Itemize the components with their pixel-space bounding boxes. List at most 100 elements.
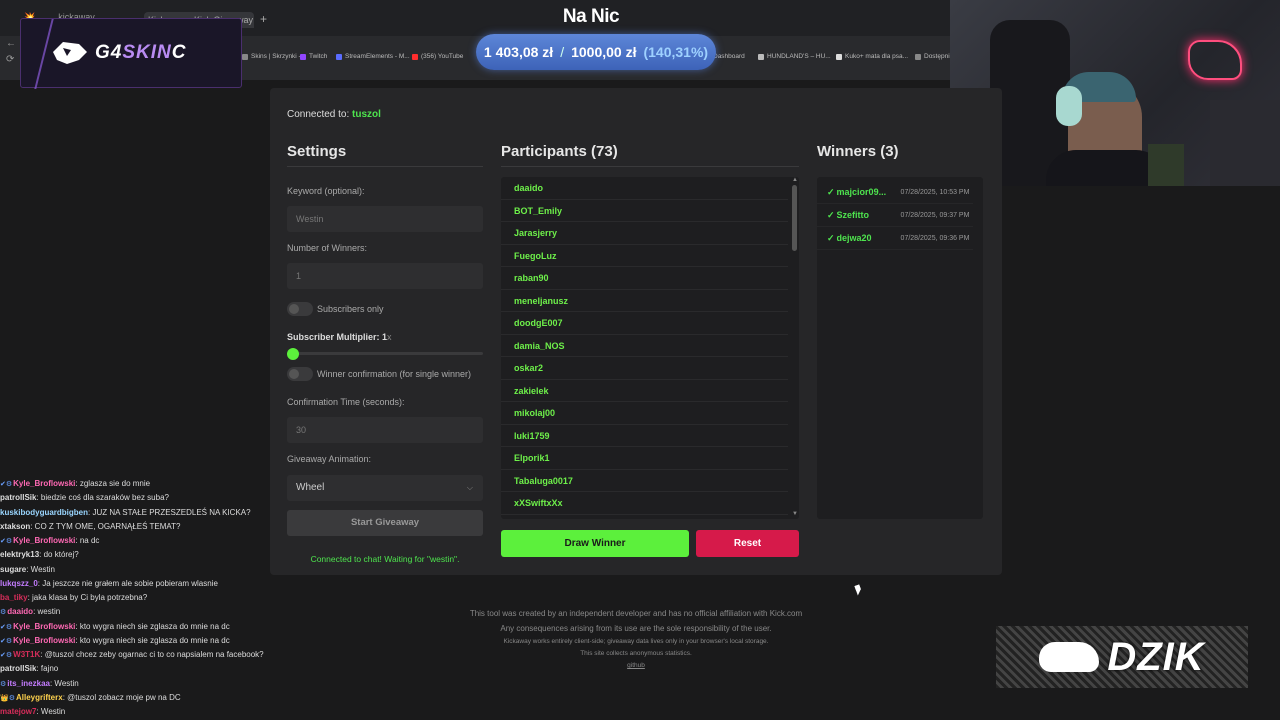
scroll-down-icon[interactable]: ▼ [792,511,798,517]
chat-username[interactable]: kuskibodyguardbigben [0,508,88,517]
bookmark-item[interactable]: HUNDLAND'S – HU... [758,53,831,60]
chat-text: : @tuszol chcez zeby ogarnac ci to co na… [40,650,264,659]
chat-username[interactable]: lukqszz_0 [0,579,38,588]
bookmark-label: Twitch [309,53,328,60]
participant-item: meneljanusz [501,290,788,312]
multiplier-slider-thumb[interactable] [287,348,299,360]
chat-username[interactable]: sugare [0,565,26,574]
chat-text: : zglasza sie do mnie [75,479,151,488]
mouse-cursor-icon [854,584,863,596]
chat-text: : @tuszol zobacz moje pw na DC [62,692,181,702]
animation-select[interactable]: Wheel ⌵ [287,475,483,501]
bookmark-favicon-icon [915,53,921,60]
chat-message: elektryk13: do której? [0,548,280,562]
chat-text: : do której? [39,550,79,560]
chat-username[interactable]: Kyle_Broflowski [13,479,75,488]
connection-status: Connected to: tuszol [287,109,381,120]
bookmark-item[interactable]: StreamElements - M... [336,53,410,60]
chat-username[interactable]: its_inezkaa [7,679,50,688]
settings-divider [287,166,483,167]
winner-name: Szefitto [836,210,870,220]
goal-separator: / [560,44,565,60]
subscribers-only-label: Subscribers only [317,304,384,314]
participants-divider [501,166,799,167]
check-icon: ✓ [827,209,835,220]
chat-username[interactable]: ba_tiky [0,593,28,602]
participant-item: xXSwiftxXx [501,492,788,515]
bookmark-item[interactable]: (356) YouTube [412,53,463,60]
bookmark-label: StreamElements - M... [345,53,410,60]
goal-percent: (140,31%) [643,44,709,60]
chat-message: ✔⚙Kyle_Broflowski: kto wygra niech sie z… [0,634,280,648]
chat-text: : Ja jeszcze nie grałem ale sobie pobier… [37,578,218,588]
chat-text: : Westin [26,564,55,574]
chat-text: : Westin [36,707,66,716]
github-link[interactable]: github [420,662,852,669]
confirmation-time-label: Confirmation Time (seconds): [287,397,405,407]
subscribers-only-toggle[interactable] [287,302,313,316]
bookmark-label: HUNDLAND'S – HU... [767,53,831,60]
multiplier-slider[interactable] [287,352,483,355]
chat-message: ⚙its_inezkaa: Westin [0,677,280,691]
bookmark-item[interactable]: Kuko+ mata dla psa... [836,53,908,60]
chat-message: matejow7: Westin [0,705,280,719]
keyword-input[interactable]: Westin [287,206,483,232]
chat-badge-icon: ✔⚙ [0,623,13,631]
chat-message: ⚙daaido: westin [0,605,280,619]
participant-item: Elporik1 [501,447,788,470]
animation-label: Giveaway Animation: [287,454,372,464]
start-giveaway-button[interactable]: Start Giveaway [287,510,483,536]
participant-item: oskar2 [501,357,788,380]
winner-time: 07/28/2025, 09:36 PM [900,234,970,242]
cam-shelf [1210,100,1280,186]
dzik-logo: DZIK [996,626,1248,688]
chat-username[interactable]: Alleygrifterx [16,693,63,702]
check-icon: ✓ [827,232,835,243]
chat-username[interactable]: W3T1K [13,650,40,659]
draw-winner-button[interactable]: Draw Winner [501,530,689,557]
chat-username[interactable]: elektryk13 [0,550,39,559]
chat-username[interactable]: patrollSik [0,493,36,502]
chat-username[interactable]: Kyle_Broflowski [13,622,75,631]
chat-username[interactable]: xtakson [0,522,30,531]
stream-chat: ✔⚙Kyle_Broflowski: zglasza sie do mnie pa… [0,477,280,719]
participant-item: luki1759 [501,425,788,447]
chat-username[interactable]: patrollSik [0,664,36,673]
winner-confirmation-toggle[interactable] [287,367,313,381]
bookmark-item[interactable]: Twitch [300,53,327,60]
scroll-up-icon[interactable]: ▲ [792,177,798,183]
bookmark-favicon-icon [336,53,342,60]
goal-current: 1 403,08 zł [483,44,554,60]
winners-title: Winners (3) [817,143,899,160]
boar-icon [1039,642,1100,672]
winner-time: 07/28/2025, 09:37 PM [900,211,970,219]
footer-disclaimer: This tool was created by an independent … [469,609,803,618]
winners-count-input[interactable]: 1 [287,263,483,289]
winner-row: ✓ majcior09... 07/28/2025, 10:53 PM [817,181,973,204]
chat-username[interactable]: matejow7 [0,707,36,716]
chat-message: patrollSik: biedzie coś dla szaraków bez… [0,491,280,505]
participants-list[interactable]: daaido BOT_Emily Jarasjerry FuegoLuz raban90… [501,177,799,519]
bookmark-favicon-icon [758,53,764,60]
participants-items: daaido BOT_Emily Jarasjerry FuegoLuz raban90… [501,177,799,515]
confirmation-time-input[interactable]: 30 [287,417,483,443]
bookmark-item[interactable]: Skins | Skrzynki -... [242,53,306,60]
bookmark-item[interactable]: Dostępni s [915,53,955,60]
participant-item: Tabaluga0017 [501,470,788,492]
scrollbar-thumb[interactable] [792,185,797,251]
new-tab-icon[interactable]: + [260,12,267,26]
back-icon[interactable]: ← ⟳ [6,36,16,68]
goal-target: 1000,00 zł [571,44,637,60]
chat-username[interactable]: Kyle_Broflowski [13,536,75,545]
chat-badge-icon: ⚙ [0,609,7,617]
bookmark-label: Skins | Skrzynki -... [251,53,307,60]
chat-text: : westin [33,607,61,617]
chat-username[interactable]: daaido [7,607,33,616]
neon-bull-icon [1188,40,1242,80]
reset-button[interactable]: Reset [696,530,799,557]
bookmark-label: Kuko+ mata dla psa... [845,53,909,60]
winner-row: ✓ Szefitto 07/28/2025, 09:37 PM [817,204,973,227]
participants-scrollbar[interactable]: ▲ ▼ [791,177,799,519]
chat-username[interactable]: Kyle_Broflowski [13,636,75,645]
winners-count-label: Number of Winners: [287,243,368,253]
